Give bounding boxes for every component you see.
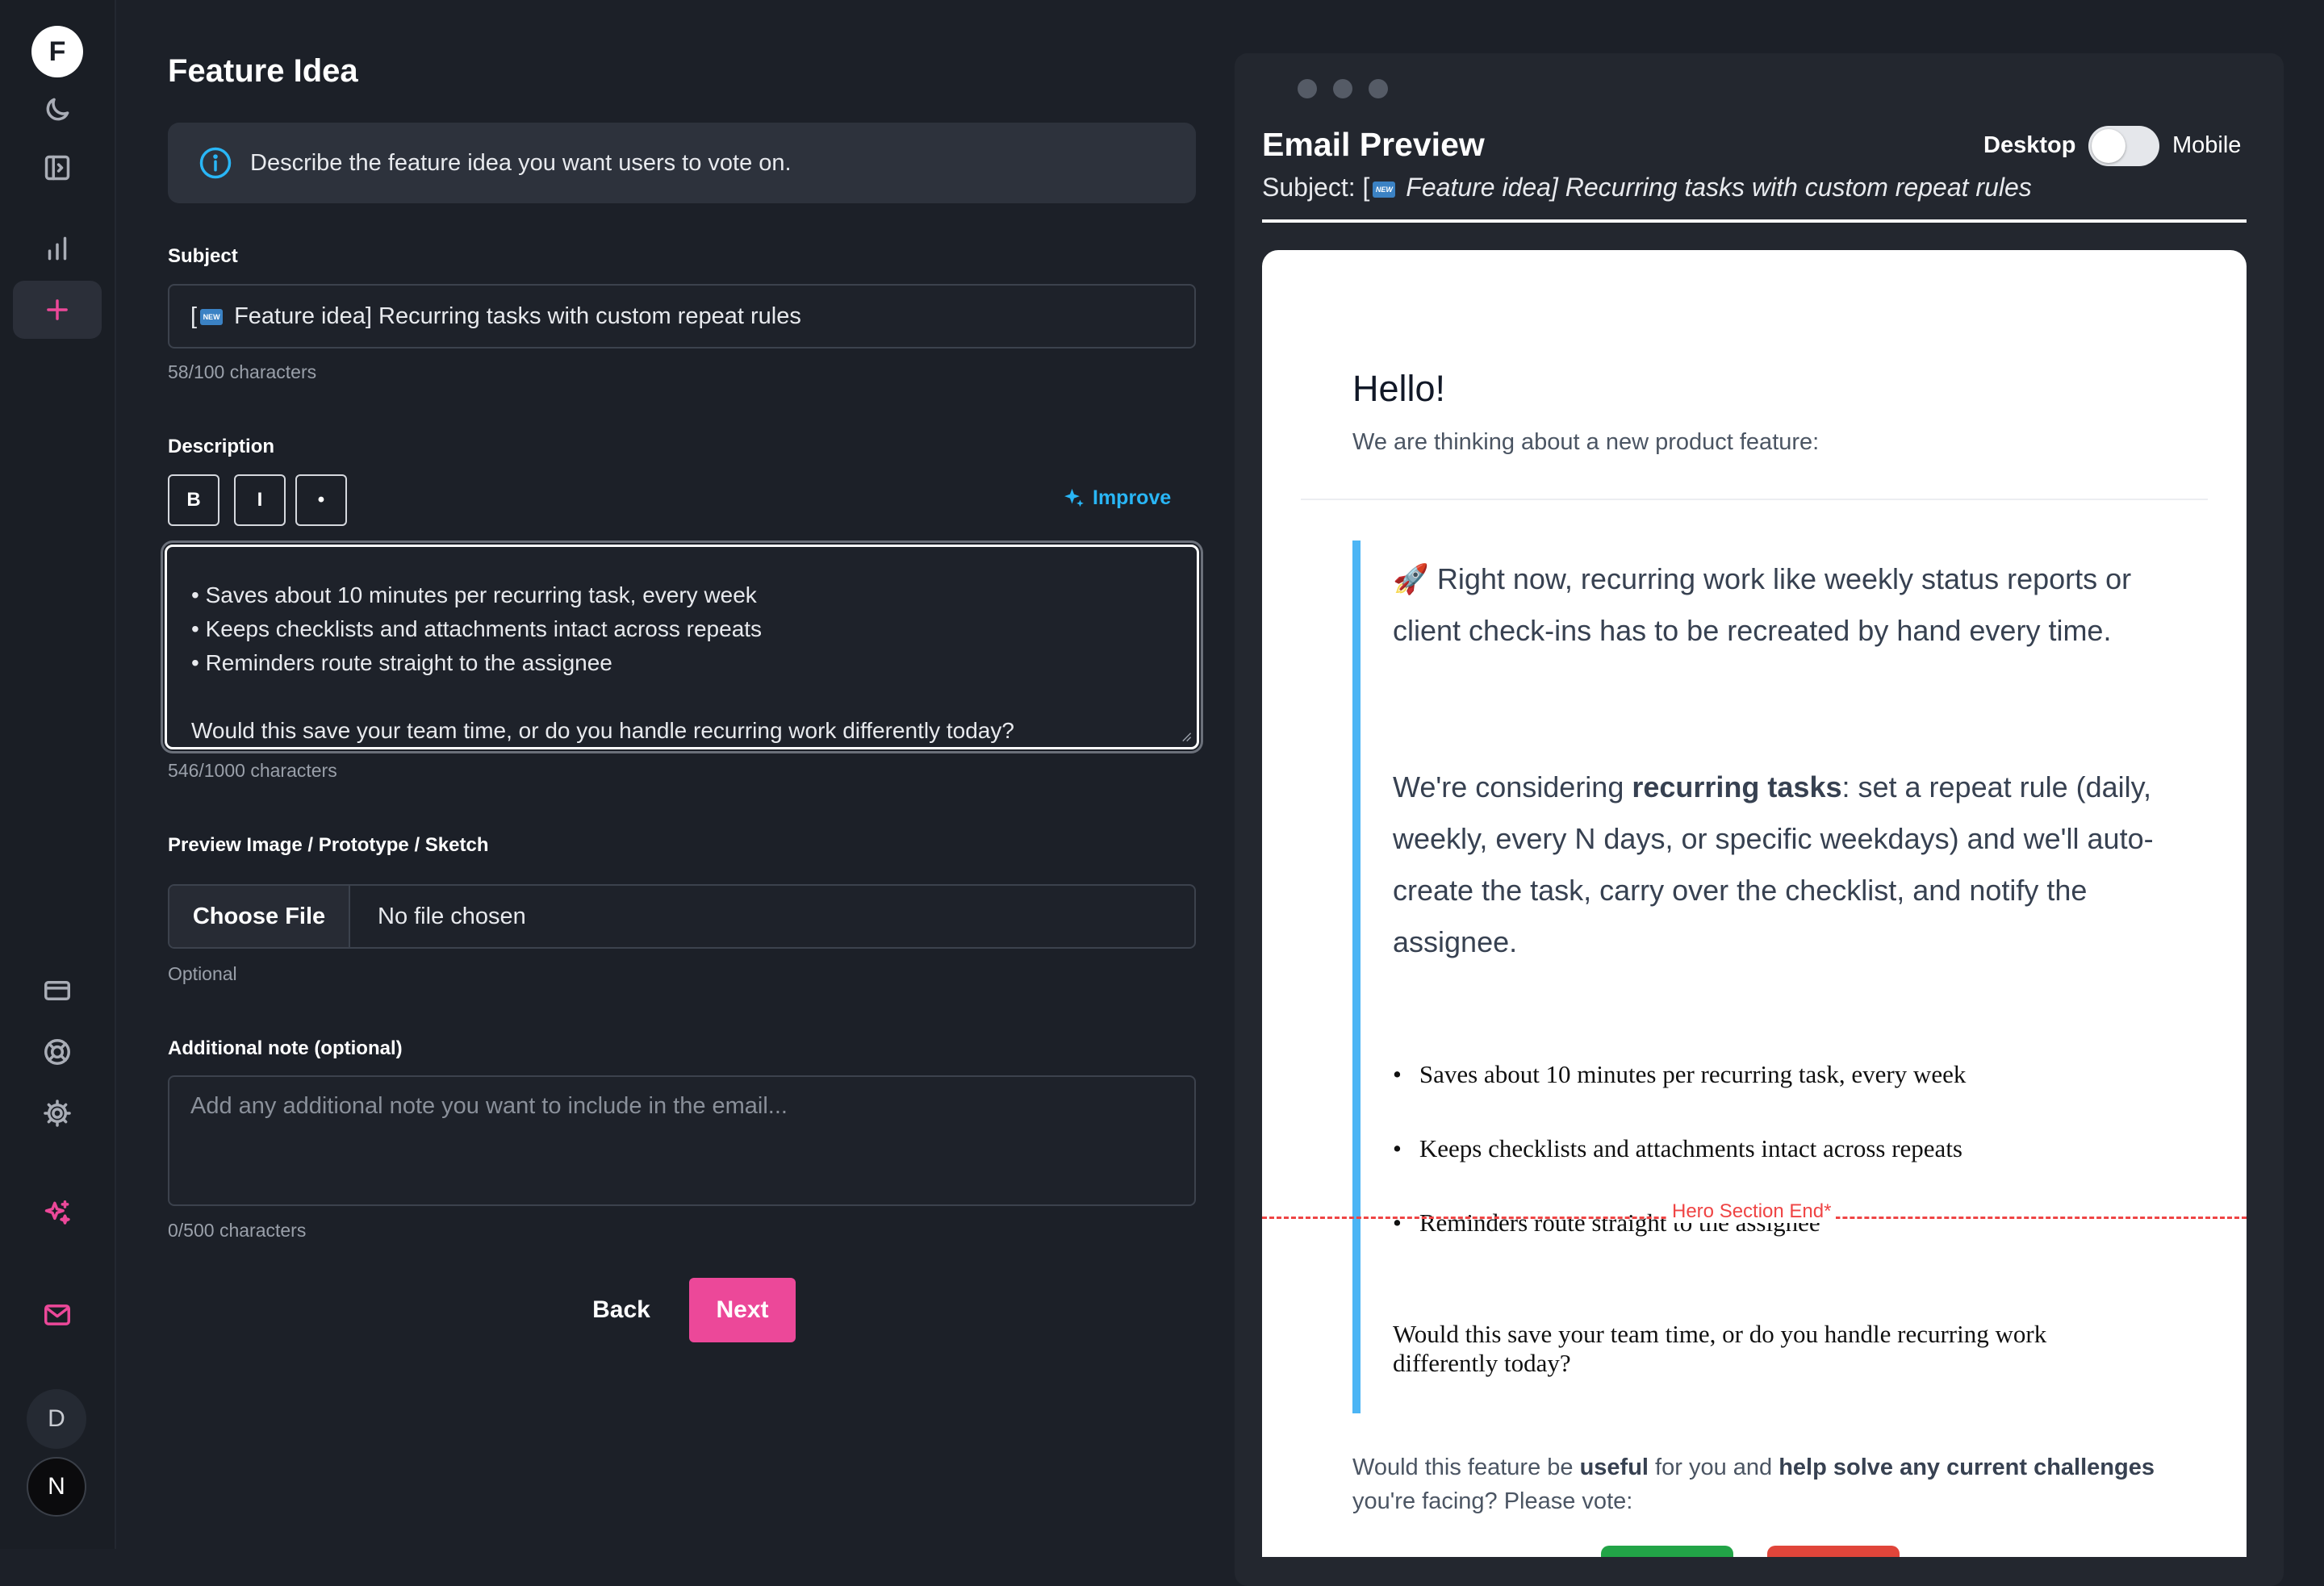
new-emoji-icon: [NEW [190, 303, 226, 330]
workspace-initial: N [48, 1473, 65, 1500]
vote-bold: help solve any current challenges [1779, 1455, 2155, 1480]
sidebar-toggle-icon[interactable] [31, 142, 83, 194]
vote-text: Would this feature be [1352, 1455, 1580, 1480]
user-avatar[interactable]: D [27, 1389, 86, 1449]
note-placeholder: Add any additional note you want to incl… [190, 1093, 788, 1119]
vote-bold: useful [1579, 1455, 1649, 1480]
vote-text: for you and [1648, 1455, 1779, 1480]
subject-prefix: Subject: [ [1262, 173, 1370, 202]
billing-card-icon[interactable] [31, 965, 83, 1016]
preview-title: Email Preview [1262, 126, 1485, 163]
info-icon [199, 147, 232, 179]
divider [1301, 499, 2208, 500]
file-input[interactable]: Choose File No file chosen [168, 884, 1196, 949]
vote-text: you're facing? Please vote: [1352, 1488, 1633, 1514]
page-title: Feature Idea [168, 53, 358, 89]
improve-label: Improve [1093, 486, 1172, 509]
description-line: • Saves about 10 minutes per recurring t… [191, 582, 757, 607]
email-paragraph: We're considering recurring tasks: set a… [1393, 762, 2167, 968]
analytics-icon[interactable] [31, 223, 83, 274]
window-dot [1298, 79, 1317, 98]
vote-yes-button[interactable] [1601, 1546, 1733, 1557]
bullet-list-button[interactable]: • [295, 474, 347, 526]
description-label: Description [168, 436, 275, 457]
info-banner: Describe the feature idea you want users… [168, 123, 1196, 203]
app-logo[interactable]: F [31, 26, 83, 77]
subject-count: 58/100 characters [168, 361, 317, 382]
description-textarea[interactable]: • Saves about 10 minutes per recurring t… [165, 545, 1199, 749]
image-label: Preview Image / Prototype / Sketch [168, 834, 489, 856]
device-toggle[interactable] [2088, 126, 2159, 166]
user-initial: D [48, 1405, 65, 1432]
description-line: • Reminders route straight to the assign… [191, 650, 612, 675]
choose-file-button[interactable]: Choose File [169, 886, 350, 947]
description-line: Would this save your team time, or do yo… [191, 718, 1014, 743]
next-button[interactable]: Next [689, 1278, 796, 1342]
resize-handle-icon[interactable] [1181, 731, 1192, 742]
description-count: 546/1000 characters [168, 760, 337, 781]
subject-value: Feature idea] Recurring tasks with custo… [234, 303, 801, 329]
note-label: Additional note (optional) [168, 1037, 403, 1059]
sparkles-icon[interactable] [31, 1187, 83, 1239]
plus-icon[interactable] [31, 284, 83, 336]
subject-text: Feature idea] Recurring tasks with custo… [1398, 173, 2032, 202]
divider [1262, 219, 2247, 223]
subject-label: Subject [168, 245, 238, 267]
window-dot [1369, 79, 1388, 98]
logo-letter: F [48, 35, 66, 67]
description-line: • Keeps checklists and attachments intac… [191, 616, 763, 641]
window-dot [1333, 79, 1352, 98]
workspace-avatar[interactable]: N [27, 1457, 86, 1517]
file-status: No file chosen [378, 903, 526, 929]
email-bullet: Saves about 10 minutes per recurring tas… [1393, 1060, 1966, 1089]
p2-bold: recurring tasks [1632, 770, 1842, 803]
email-intro: We are thinking about a new product feat… [1352, 429, 1820, 455]
quote-bar [1352, 540, 1361, 1413]
toggle-knob [2092, 129, 2125, 163]
note-count: 0/500 characters [168, 1220, 307, 1241]
email-paragraph: 🚀 Right now, recurring work like weekly … [1393, 562, 2132, 647]
mobile-label[interactable]: Mobile [2172, 132, 2241, 159]
note-textarea[interactable]: Add any additional note you want to incl… [168, 1075, 1196, 1206]
email-preview: Hello! We are thinking about a new produ… [1262, 250, 2247, 1557]
email-bullet: Keeps checklists and attachments intact … [1393, 1134, 1962, 1163]
gear-icon[interactable] [31, 1087, 83, 1139]
info-text: Describe the feature idea you want users… [250, 149, 792, 176]
email-greeting: Hello! [1352, 368, 1446, 409]
improve-button[interactable]: Improve [1062, 486, 1171, 510]
hero-section-label: Hero Section End* [1667, 1200, 1837, 1223]
subject-input[interactable]: [NEW Feature idea] Recurring tasks with … [168, 284, 1196, 349]
vote-no-button[interactable] [1767, 1546, 1900, 1557]
support-lifebuoy-icon[interactable] [31, 1026, 83, 1078]
p2-before: We're considering [1393, 770, 1632, 803]
bold-button[interactable]: B [168, 474, 219, 526]
email-vote-text: Would this feature be useful for you and… [1352, 1450, 2192, 1518]
mail-icon[interactable] [31, 1289, 83, 1341]
preview-subject: Subject: [NEW Feature idea] Recurring ta… [1262, 173, 2032, 202]
image-hint: Optional [168, 963, 237, 984]
email-question: Would this save your team time, or do yo… [1393, 1320, 2047, 1377]
italic-button[interactable]: I [234, 474, 286, 526]
sidebar: F D N [0, 0, 116, 1549]
new-emoji-icon: NEW [1373, 181, 1396, 198]
back-button[interactable]: Back [577, 1278, 666, 1342]
moon-icon[interactable] [31, 84, 83, 136]
sparkle-icon [1064, 488, 1084, 507]
desktop-label[interactable]: Desktop [1983, 132, 2075, 159]
